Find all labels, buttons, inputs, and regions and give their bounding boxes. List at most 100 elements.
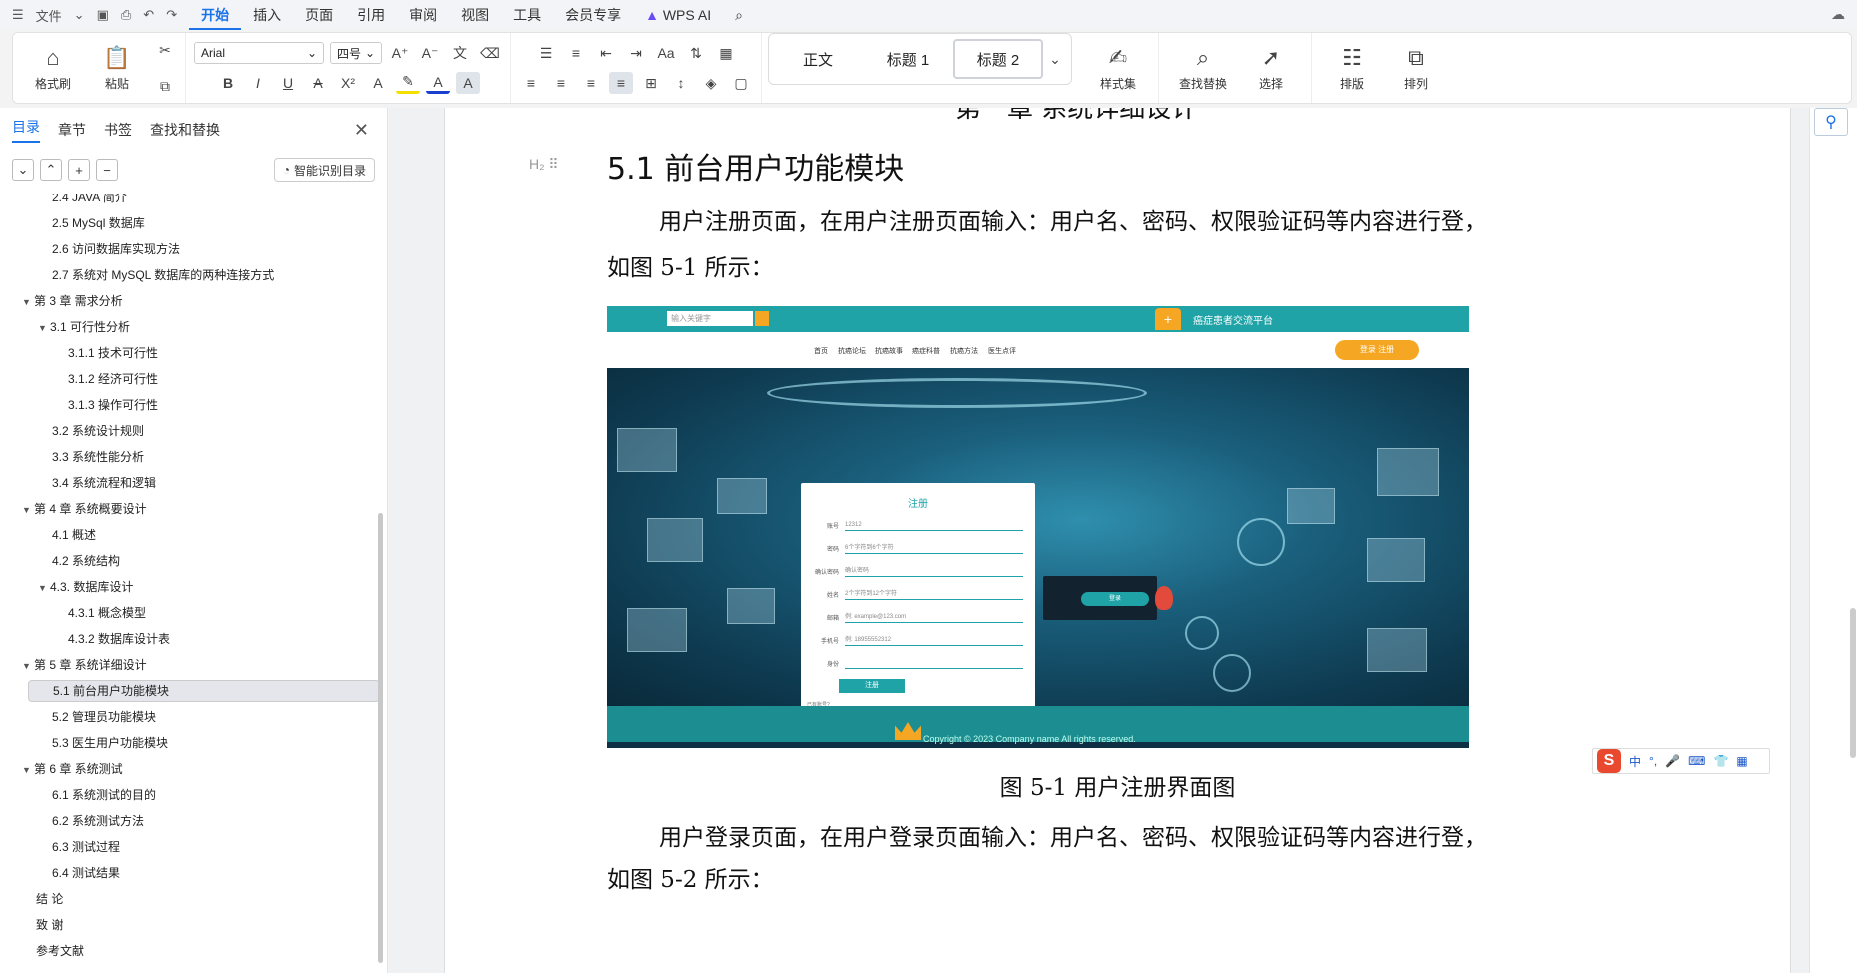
toc-item[interactable]: 5.1 前台用户功能模块 [28, 680, 380, 702]
toc-item[interactable]: 5.3 医生用户功能模块 [0, 732, 370, 754]
toc-item[interactable]: 5.2 管理员功能模块 [0, 706, 370, 728]
toc-item[interactable]: 致 谢 [0, 914, 370, 936]
toc-item[interactable]: ▼ 第 6 章 系统测试 [0, 758, 370, 780]
toc-item[interactable]: 3.1.1 技术可行性 [0, 342, 370, 364]
registration-screenshot[interactable]: 输入关键字 + 癌症患者交流平台 首页 抗癌论坛 抗癌故事 癌症科普 抗癌方法 … [607, 306, 1469, 748]
change-case-icon[interactable]: Aa [654, 42, 678, 64]
tab-chapters[interactable]: 章节 [58, 120, 86, 140]
toc-item[interactable]: 3.2 系统设计规则 [0, 420, 370, 442]
toc-item[interactable]: 3.3 系统性能分析 [0, 446, 370, 468]
clear-format-icon[interactable]: ⌫ [478, 42, 502, 64]
justify-icon[interactable]: ≡ [609, 72, 633, 94]
table-icon[interactable]: ▦ [714, 42, 738, 64]
tab-review[interactable]: 审阅 [397, 0, 449, 30]
nav-scrollbar[interactable] [378, 513, 383, 963]
toc-item[interactable]: ▼ 第 3 章 需求分析 [0, 290, 370, 312]
expand-triangle-icon[interactable]: ▼ [38, 577, 50, 599]
bullet-list-icon[interactable]: ☰ [534, 42, 558, 64]
paste-button[interactable]: 📋 粘贴 [91, 45, 143, 92]
print-icon[interactable]: ⎙ [121, 7, 131, 23]
arrange-button[interactable]: ⧉ 排列 [1390, 45, 1442, 92]
tab-find-replace[interactable]: 查找和替换 [150, 120, 220, 140]
style-heading-2[interactable]: 标题 2 [953, 39, 1043, 79]
tab-references[interactable]: 引用 [345, 0, 397, 30]
align-left-icon[interactable]: ≡ [519, 72, 543, 94]
tab-view[interactable]: 视图 [449, 0, 501, 30]
font-size-select[interactable]: 四号 ⌄ [330, 42, 382, 64]
toc-item[interactable]: 4.1 概述 [0, 524, 370, 546]
expand-triangle-icon[interactable]: ▼ [22, 499, 34, 521]
expand-icon[interactable]: ⌃ [40, 159, 62, 181]
strikethrough-icon[interactable]: A [306, 72, 330, 94]
tab-bookmarks[interactable]: 书签 [104, 120, 132, 140]
cloud-icon[interactable]: ☁ [1831, 6, 1845, 23]
toc-item[interactable]: 6.4 测试结果 [0, 862, 370, 884]
style-heading-1[interactable]: 标题 1 [863, 39, 953, 79]
toc-item[interactable]: 2.6 访问数据库实现方法 [0, 238, 370, 260]
tab-page[interactable]: 页面 [293, 0, 345, 30]
grow-font-icon[interactable]: A⁺ [388, 42, 412, 64]
increase-indent-icon[interactable]: ⇥ [624, 42, 648, 64]
apps-icon[interactable]: ▦ [1736, 754, 1747, 768]
tab-insert[interactable]: 插入 [241, 0, 293, 30]
toc-item[interactable]: ▼ 4.3. 数据库设计 [0, 576, 370, 598]
toc-item[interactable]: 2.4 JAVA 简介 [0, 194, 370, 208]
toc-item[interactable]: 6.2 系统测试方法 [0, 810, 370, 832]
toc-item[interactable]: 参考文献 [0, 940, 370, 962]
smart-toc-button[interactable]: ◔ 智能识别目录 [273, 158, 375, 182]
toc-item[interactable]: 2.5 MySql 数据库 [0, 212, 370, 234]
undo-icon[interactable]: ↶ [143, 7, 154, 23]
align-right-icon[interactable]: ≡ [579, 72, 603, 94]
border-icon[interactable]: ▢ [729, 72, 753, 94]
select-button[interactable]: ➚ 选择 [1245, 45, 1297, 92]
decrease-indent-icon[interactable]: ⇤ [594, 42, 618, 64]
distributed-icon[interactable]: ⊞ [639, 72, 663, 94]
file-menu[interactable]: 文件 [36, 6, 62, 25]
toc-item[interactable]: 4.3.2 数据库设计表 [0, 628, 370, 650]
shading-icon[interactable]: ◈ [699, 72, 723, 94]
document-scrollbar[interactable] [1850, 608, 1856, 758]
collapse-icon[interactable]: ⌄ [12, 159, 34, 181]
search-icon[interactable]: ⌕ [723, 0, 755, 30]
wps-ai-button[interactable]: ▲ WPS AI [633, 0, 723, 30]
style-normal[interactable]: 正文 [773, 39, 863, 79]
style-set-button[interactable]: ✍ 样式集 [1092, 45, 1144, 92]
copy-icon[interactable]: ⧉ [153, 75, 177, 97]
redo-icon[interactable]: ↷ [166, 7, 177, 23]
tab-toc[interactable]: 目录 [12, 117, 40, 143]
expand-triangle-icon[interactable]: ▼ [22, 291, 34, 313]
font-color-icon[interactable]: A [426, 72, 450, 94]
add-icon[interactable]: + [68, 159, 90, 181]
toc-item[interactable]: 6.1 系统测试的目的 [0, 784, 370, 806]
numbered-list-icon[interactable]: ≡ [564, 42, 588, 64]
align-center-icon[interactable]: ≡ [549, 72, 573, 94]
ime-mode-label[interactable]: 中 [1629, 753, 1641, 770]
toc-item[interactable]: 结 论 [0, 888, 370, 910]
toc-item[interactable]: ▼ 3.1 可行性分析 [0, 316, 370, 338]
layout-button[interactable]: ☷ 排版 [1326, 45, 1378, 92]
toc-item[interactable]: 3.1.3 操作可行性 [0, 394, 370, 416]
save-icon[interactable]: ▣ [97, 7, 109, 23]
phonetic-icon[interactable]: 文 [448, 42, 472, 64]
close-icon[interactable]: ✕ [354, 120, 369, 141]
char-shading-icon[interactable]: A [456, 72, 480, 94]
shrink-font-icon[interactable]: A⁻ [418, 42, 442, 64]
underline-icon[interactable]: U [276, 72, 300, 94]
text-effect-icon[interactable]: A [366, 72, 390, 94]
font-name-select[interactable]: Arial ⌄ [194, 42, 324, 64]
hamburger-icon[interactable]: ☰ [12, 7, 24, 23]
find-replace-button[interactable]: ⌕ 查找替换 [1173, 45, 1233, 92]
gallery-expand-icon[interactable]: ⌄ [1043, 48, 1067, 70]
ime-toolbar[interactable]: S 中 °, 🎤 ⌨ 👕 ▦ [1592, 748, 1770, 774]
toc-item[interactable]: 2.7 系统对 MySQL 数据库的两种连接方式 [0, 264, 370, 286]
line-spacing-icon[interactable]: ↕ [669, 72, 693, 94]
punctuation-icon[interactable]: °, [1649, 754, 1657, 768]
toc-item[interactable]: ▼ 第 5 章 系统详细设计 [0, 654, 370, 676]
toc-item[interactable]: 4.3.1 概念模型 [0, 602, 370, 624]
chevron-down-icon[interactable]: ⌄ [74, 7, 85, 23]
microphone-icon[interactable]: 🎤 [1665, 754, 1680, 768]
tab-tools[interactable]: 工具 [501, 0, 553, 30]
highlight-icon[interactable]: ✎ [396, 72, 420, 94]
location-pin-icon[interactable]: ⚲ [1814, 108, 1848, 136]
toc-item[interactable]: 6.3 测试过程 [0, 836, 370, 858]
